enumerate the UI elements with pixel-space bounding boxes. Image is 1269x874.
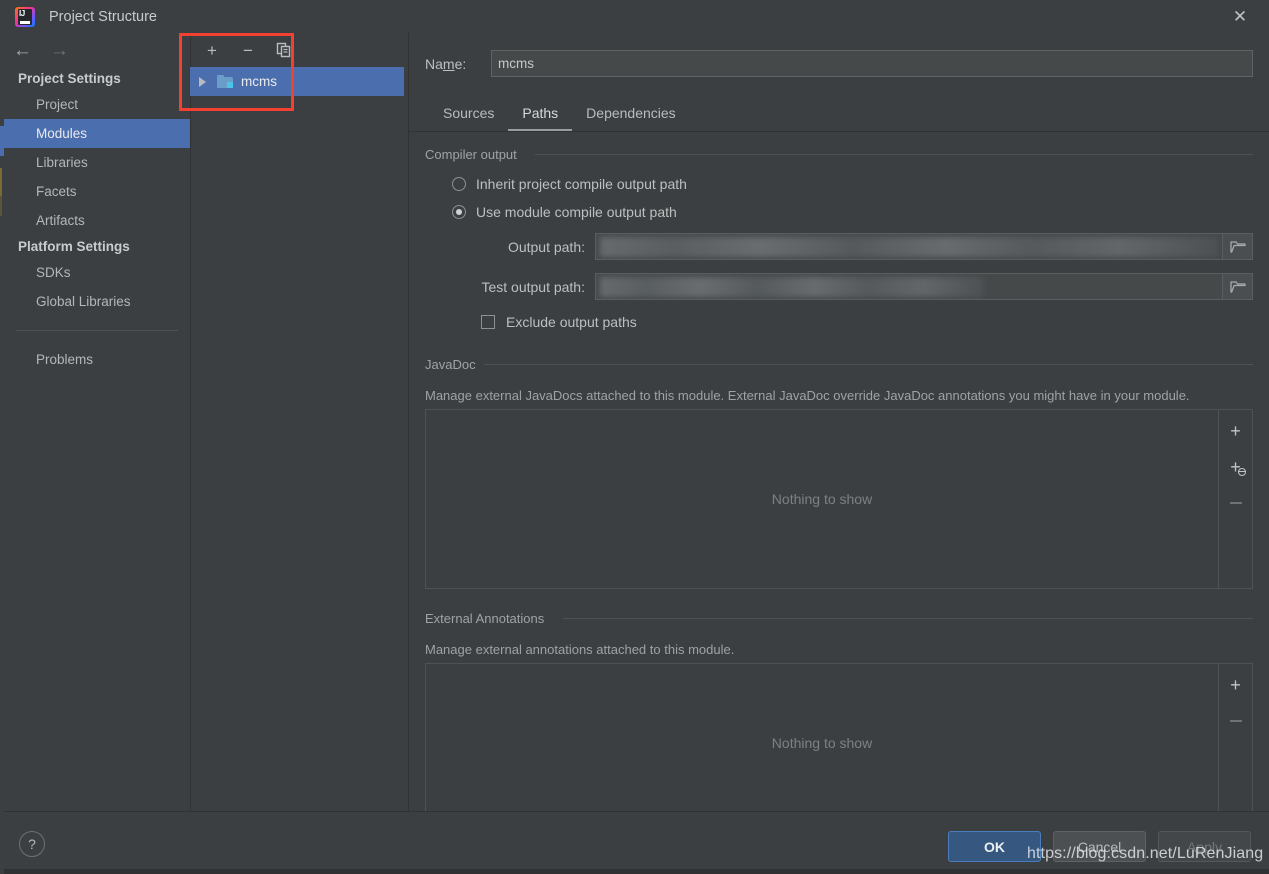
module-editor-pane: Name: Sources Paths Dependencies Compile… bbox=[409, 33, 1269, 822]
inherit-output-label: Inherit project compile output path bbox=[476, 176, 687, 192]
external-annotations-group: External Annotations bbox=[417, 610, 1261, 628]
sidebar-item-global-libraries[interactable]: Global Libraries bbox=[4, 287, 190, 316]
test-output-path-redacted-value bbox=[600, 277, 985, 297]
apply-button: Apply bbox=[1158, 831, 1251, 862]
external-annotations-add-button[interactable]: + bbox=[1225, 674, 1247, 696]
module-name-label: mcms bbox=[241, 74, 277, 89]
name-label: Name: bbox=[425, 55, 467, 72]
ok-button[interactable]: OK bbox=[948, 831, 1041, 862]
output-path-label: Output path: bbox=[507, 238, 585, 255]
external-annotations-remove-button[interactable] bbox=[1225, 710, 1247, 732]
use-module-output-radio-row[interactable]: Use module compile output path bbox=[425, 204, 1253, 220]
modules-panel: + − mcms bbox=[190, 33, 409, 811]
javadoc-list-actions: + + bbox=[1218, 410, 1252, 588]
sidebar-item-libraries[interactable]: Libraries bbox=[4, 148, 190, 177]
help-button[interactable]: ? bbox=[19, 831, 45, 857]
tab-dependencies[interactable]: Dependencies bbox=[572, 105, 690, 131]
external-annotations-list-actions: + bbox=[1218, 664, 1252, 821]
module-tree-row-mcms[interactable]: mcms bbox=[190, 67, 404, 96]
window-title: Project Structure bbox=[49, 8, 157, 25]
module-folder-icon bbox=[217, 75, 233, 88]
sidebar-group-platform-settings: Platform Settings bbox=[18, 239, 130, 254]
add-module-button[interactable]: + bbox=[201, 39, 223, 61]
project-structure-dialog: IJ Project Structure ✕ ← → Project Setti… bbox=[0, 0, 1269, 874]
module-name-input[interactable] bbox=[491, 50, 1253, 77]
use-module-output-radio[interactable] bbox=[452, 205, 466, 219]
navigation-buttons: ← → bbox=[4, 33, 190, 67]
exclude-output-paths-checkbox[interactable] bbox=[481, 315, 495, 329]
title-bar: IJ Project Structure ✕ bbox=[4, 0, 1269, 33]
test-output-path-input[interactable] bbox=[595, 273, 1223, 300]
close-icon[interactable]: ✕ bbox=[1211, 0, 1269, 33]
copy-module-icon[interactable] bbox=[273, 39, 295, 61]
external-annotations-empty-text: Nothing to show bbox=[771, 734, 873, 751]
output-path-row: Output path: bbox=[425, 233, 1253, 260]
sidebar-group-project-settings: Project Settings bbox=[18, 71, 121, 86]
editor-tabs: Sources Paths Dependencies bbox=[409, 77, 1269, 132]
javadoc-add-url-button[interactable]: + bbox=[1225, 456, 1247, 478]
bottom-window-remnant bbox=[4, 869, 1269, 874]
exclude-output-paths-label: Exclude output paths bbox=[506, 314, 637, 330]
inherit-output-radio[interactable] bbox=[452, 177, 466, 191]
sidebar-item-facets[interactable]: Facets bbox=[4, 177, 190, 206]
javadoc-list-surface[interactable]: Nothing to show bbox=[426, 410, 1218, 588]
sidebar-item-artifacts[interactable]: Artifacts bbox=[4, 206, 190, 235]
expand-arrow-icon[interactable] bbox=[199, 76, 206, 87]
tab-paths[interactable]: Paths bbox=[508, 105, 573, 131]
external-annotations-description: Manage external annotations attached to … bbox=[425, 642, 735, 657]
minus-glyph bbox=[1229, 502, 1242, 504]
exclude-output-paths-row[interactable]: Exclude output paths bbox=[425, 314, 1253, 334]
javadoc-empty-text: Nothing to show bbox=[771, 491, 873, 507]
sidebar-item-problems[interactable]: Problems bbox=[4, 345, 190, 374]
output-path-browse-folder-icon[interactable] bbox=[1223, 233, 1253, 260]
output-path-input[interactable] bbox=[595, 233, 1223, 260]
settings-sidebar: ← → Project Settings Project Modules Lib… bbox=[4, 33, 191, 811]
test-output-path-label: Test output path: bbox=[481, 278, 585, 295]
sidebar-divider bbox=[16, 330, 178, 331]
cancel-button[interactable]: Cancel bbox=[1053, 831, 1146, 862]
inherit-output-radio-row[interactable]: Inherit project compile output path bbox=[425, 176, 1253, 192]
output-path-redacted-value bbox=[600, 237, 1218, 257]
external-annotations-group-label: External Annotations bbox=[425, 611, 553, 626]
globe-icon bbox=[1237, 468, 1246, 476]
javadoc-list[interactable]: Nothing to show + + bbox=[425, 409, 1253, 589]
remove-module-button[interactable]: − bbox=[237, 39, 259, 61]
javadoc-add-button[interactable]: + bbox=[1225, 420, 1247, 442]
javadoc-description: Manage external JavaDocs attached to thi… bbox=[425, 388, 1190, 403]
compiler-output-group-label: Compiler output bbox=[425, 147, 525, 162]
paths-tab-content: Compiler output Inherit project compile … bbox=[409, 146, 1269, 822]
javadoc-group: JavaDoc bbox=[417, 356, 1261, 374]
compiler-output-group: Compiler output Inherit project compile … bbox=[417, 146, 1261, 334]
tab-sources[interactable]: Sources bbox=[429, 105, 508, 131]
modules-toolbar: + − bbox=[191, 33, 408, 67]
sidebar-item-modules[interactable]: Modules bbox=[4, 119, 190, 148]
external-annotations-list-surface[interactable]: Nothing to show bbox=[426, 664, 1218, 821]
sidebar-item-project[interactable]: Project bbox=[4, 90, 190, 119]
name-row: Name: bbox=[409, 33, 1269, 77]
use-module-output-label: Use module compile output path bbox=[476, 204, 677, 220]
sidebar-item-sdks[interactable]: SDKs bbox=[4, 258, 190, 287]
javadoc-remove-button[interactable] bbox=[1225, 492, 1247, 514]
test-output-path-browse-folder-icon[interactable] bbox=[1223, 273, 1253, 300]
minus-glyph bbox=[1229, 720, 1242, 722]
test-output-path-row: Test output path: bbox=[425, 273, 1253, 300]
external-annotations-list[interactable]: Nothing to show + bbox=[425, 663, 1253, 822]
intellij-idea-logo-icon: IJ bbox=[15, 6, 35, 27]
forward-arrow-icon[interactable]: → bbox=[50, 41, 69, 60]
javadoc-group-label: JavaDoc bbox=[425, 357, 484, 372]
back-arrow-icon[interactable]: ← bbox=[13, 41, 32, 60]
